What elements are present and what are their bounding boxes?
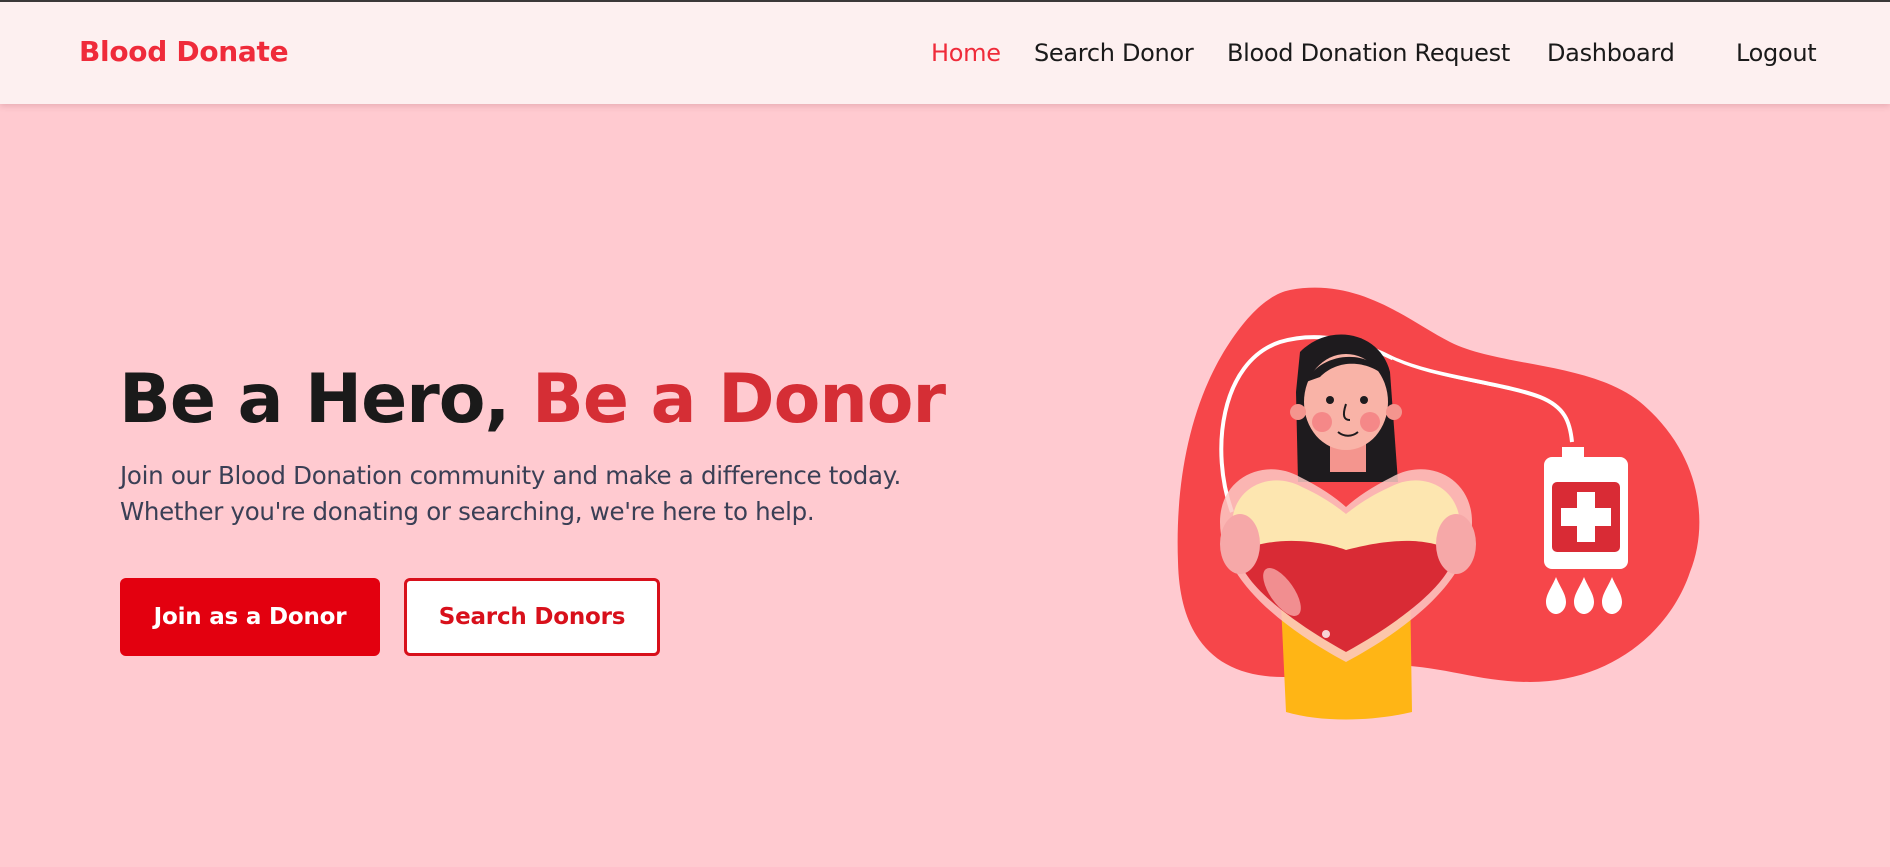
hero-title-accent: Be a Donor (531, 360, 946, 439)
navbar: Blood Donate Home Search Donor Blood Don… (0, 2, 1890, 104)
logout-button[interactable]: Logout (1736, 39, 1817, 67)
nav-link-home[interactable]: Home (931, 39, 1001, 67)
hero-title: Be a Hero, Be a Donor (119, 360, 946, 439)
hero-subtitle: Join our Blood Donation community and ma… (120, 458, 980, 530)
nav-link-dashboard[interactable]: Dashboard (1547, 39, 1675, 67)
hero-subtitle-line2: Whether you're donating or searching, we… (120, 497, 815, 526)
hero-subtitle-line1: Join our Blood Donation community and ma… (120, 461, 901, 490)
join-as-donor-button[interactable]: Join as a Donor (120, 578, 380, 656)
nav-links: Home Search Donor Blood Donation Request… (0, 39, 1890, 71)
hero-illustration (1177, 287, 1700, 720)
blood-bag-icon (1544, 447, 1628, 569)
nav-link-blood-donation-request[interactable]: Blood Donation Request (1227, 39, 1510, 67)
nav-link-search-donor[interactable]: Search Donor (1034, 39, 1194, 67)
search-donors-button[interactable]: Search Donors (404, 578, 660, 656)
blood-drop-icon (1546, 577, 1622, 614)
hero-title-part1: Be a Hero, (119, 360, 532, 439)
